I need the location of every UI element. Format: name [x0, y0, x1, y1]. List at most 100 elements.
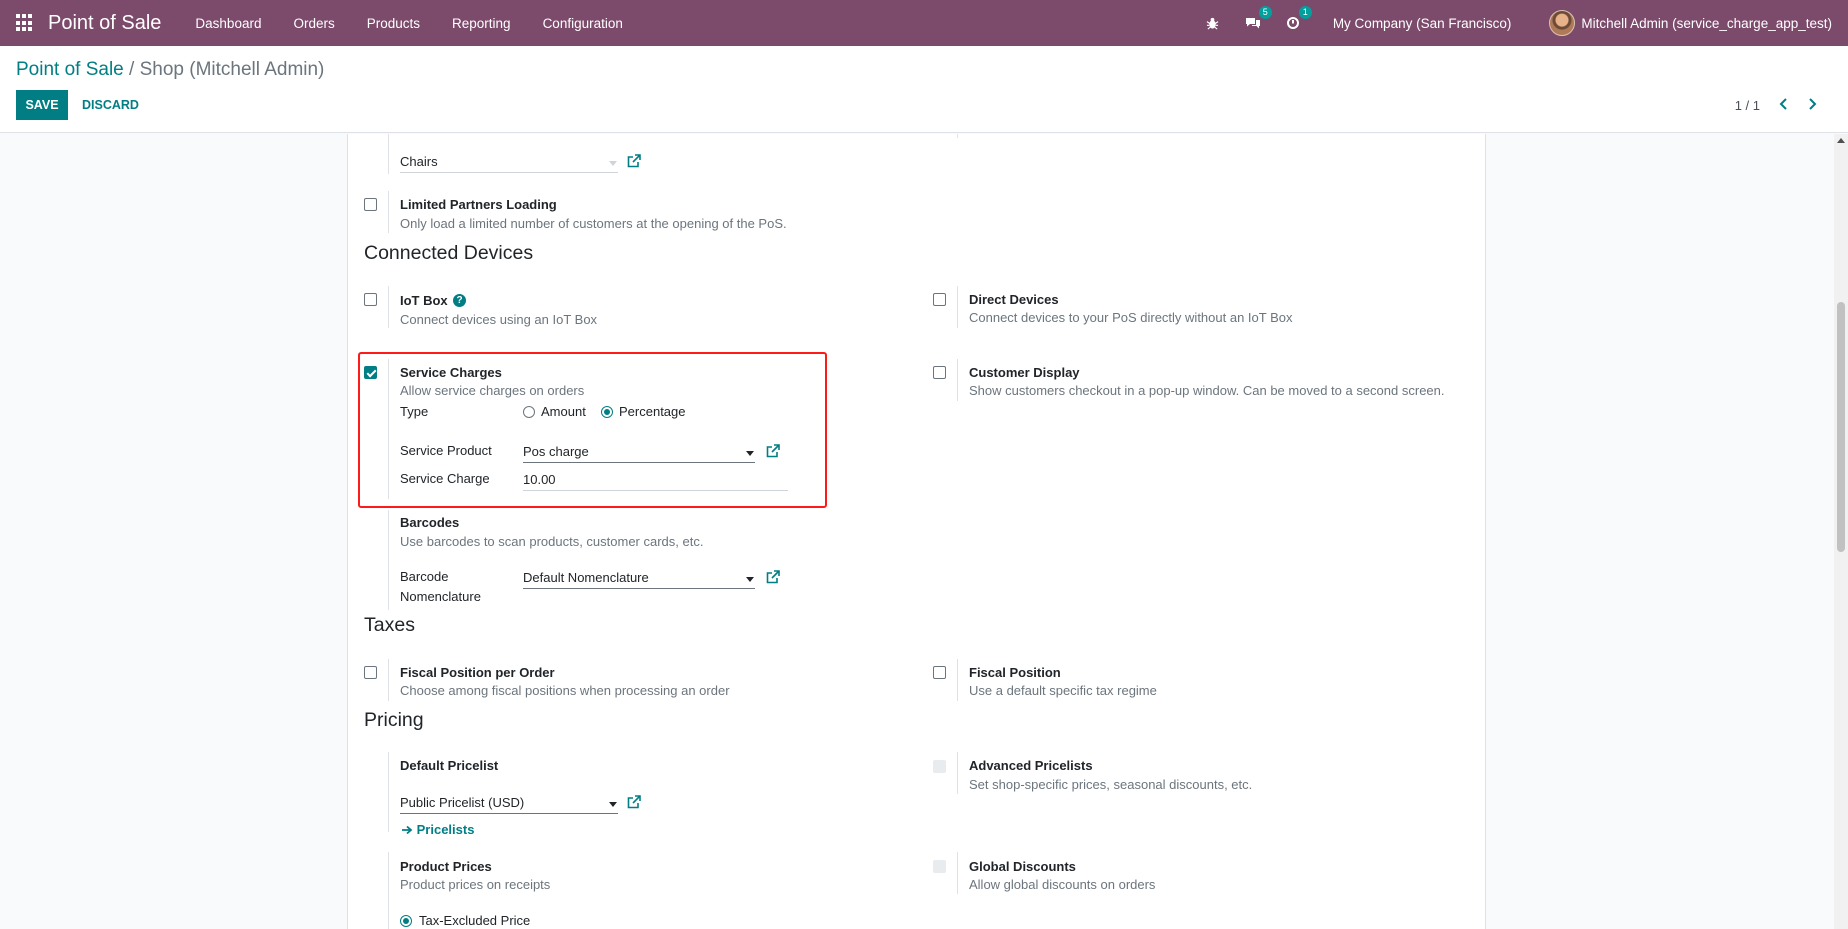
divider	[388, 752, 389, 832]
divider	[957, 852, 958, 894]
barcode-nomenclature-label-line2: Nomenclature	[400, 589, 481, 604]
pricelists-link[interactable]: Pricelists	[402, 822, 474, 837]
divider	[957, 659, 958, 701]
pricelists-link-label: Pricelists	[416, 822, 475, 837]
advanced-pricelists-title: Advanced Pricelists	[969, 758, 1093, 773]
service-product-field[interactable]: Pos charge	[523, 444, 755, 463]
menu-reporting[interactable]: Reporting	[436, 16, 527, 31]
service-charge-input[interactable]: 10.00	[523, 472, 788, 491]
iot-box-help: Connect devices using an IoT Box	[400, 312, 598, 327]
default-pricelist-external-link-icon[interactable]	[627, 795, 641, 809]
fiscal-position-per-order-title: Fiscal Position per Order	[400, 665, 555, 680]
divider	[957, 134, 958, 138]
tax-excluded-price-label[interactable]: Tax-Excluded Price	[419, 913, 530, 928]
fiscal-position-per-order-help: Choose among fiscal positions when proce…	[400, 683, 730, 698]
save-button[interactable]: SAVE	[16, 90, 68, 120]
chairs-field[interactable]: Chairs	[400, 154, 618, 173]
iot-box-title: IoT Box	[400, 293, 448, 308]
divider	[388, 286, 389, 328]
fiscal-position-per-order-checkbox[interactable]	[364, 666, 377, 679]
limited-partners-checkbox[interactable]	[364, 198, 377, 211]
default-pricelist-dropdown-caret-icon[interactable]	[609, 802, 617, 807]
navbar-systray: 5 1 My Company (San Francisco) Mitchell …	[1193, 0, 1848, 46]
type-percentage-label[interactable]: Percentage	[619, 404, 686, 419]
barcodes-help: Use barcodes to scan products, customer …	[400, 534, 704, 549]
arrow-right-icon	[402, 825, 413, 835]
breadcrumb-point-of-sale[interactable]: Point of Sale	[16, 59, 124, 80]
service-charges-help: Allow service charges on orders	[400, 383, 585, 398]
divider	[957, 752, 958, 794]
barcode-nomenclature-external-link-icon[interactable]	[766, 570, 780, 584]
scrollbar-thumb[interactable]	[1837, 302, 1845, 552]
pager-previous-icon[interactable]	[1776, 96, 1792, 112]
global-discounts-title: Global Discounts	[969, 859, 1076, 874]
service-charges-title: Service Charges	[400, 365, 502, 380]
default-pricelist-title: Default Pricelist	[400, 758, 499, 773]
direct-devices-help: Connect devices to your PoS directly wit…	[969, 310, 1293, 325]
service-charges-checkbox[interactable]	[364, 366, 377, 379]
type-amount-label[interactable]: Amount	[541, 404, 586, 419]
barcode-nomenclature-field[interactable]: Default Nomenclature	[523, 570, 755, 589]
service-product-dropdown-caret-icon[interactable]	[746, 451, 754, 456]
service-charge-label: Service Charge	[400, 471, 490, 486]
menu-dashboard[interactable]: Dashboard	[179, 16, 277, 31]
service-product-label: Service Product	[400, 443, 492, 458]
divider	[388, 191, 389, 233]
company-switcher[interactable]: My Company (San Francisco)	[1333, 16, 1512, 31]
chairs-external-link-icon[interactable]	[627, 154, 641, 168]
advanced-pricelists-help: Set shop-specific prices, seasonal disco…	[969, 777, 1253, 792]
fiscal-position-title: Fiscal Position	[969, 665, 1061, 680]
messages-count-badge: 5	[1258, 6, 1272, 19]
product-prices-help: Product prices on receipts	[400, 877, 551, 892]
activities-icon[interactable]: 1	[1283, 6, 1312, 33]
avatar	[1549, 10, 1576, 36]
barcode-nomenclature-dropdown-caret-icon[interactable]	[746, 577, 754, 582]
barcode-nomenclature-label-line1: Barcode	[400, 569, 449, 584]
scroll-up-arrow-icon[interactable]	[1837, 138, 1845, 143]
breadcrumb-current: Shop (Mitchell Admin)	[139, 59, 325, 80]
barcodes-title: Barcodes	[400, 515, 460, 530]
divider	[388, 659, 389, 701]
customer-display-checkbox[interactable]	[933, 366, 946, 379]
control-panel: Point of Sale / Shop (Mitchell Admin) SA…	[0, 46, 1848, 133]
limited-partners-help: Only load a limited number of customers …	[400, 216, 787, 231]
taxes-heading: Taxes	[364, 614, 415, 636]
chairs-dropdown-caret-icon[interactable]	[609, 161, 617, 166]
global-discounts-help: Allow global discounts on orders	[969, 877, 1156, 892]
iot-box-checkbox[interactable]	[364, 293, 377, 306]
direct-devices-title: Direct Devices	[969, 292, 1059, 307]
tax-excluded-price-radio[interactable]	[400, 915, 412, 927]
user-name: Mitchell Admin (service_charge_app_test)	[1581, 15, 1832, 31]
divider	[388, 510, 389, 610]
pager-value[interactable]: 1 / 1	[1735, 98, 1760, 113]
menu-orders[interactable]: Orders	[277, 16, 350, 31]
service-product-external-link-icon[interactable]	[766, 444, 780, 458]
discard-button[interactable]: DISCARD	[80, 90, 141, 120]
bug-icon[interactable]	[1203, 13, 1223, 33]
fiscal-position-checkbox[interactable]	[933, 666, 946, 679]
type-percentage-radio[interactable]	[601, 406, 613, 418]
advanced-pricelists-checkbox[interactable]	[933, 760, 946, 773]
help-icon[interactable]: ?	[453, 294, 466, 307]
app-title[interactable]: Point of Sale	[48, 12, 161, 35]
menu-configuration[interactable]: Configuration	[527, 16, 639, 31]
user-menu[interactable]: Mitchell Admin (service_charge_app_test)	[1549, 10, 1832, 36]
direct-devices-checkbox[interactable]	[933, 293, 946, 306]
global-discounts-checkbox[interactable]	[933, 860, 946, 873]
page-scrollbar[interactable]	[1834, 134, 1848, 929]
pricing-heading: Pricing	[364, 709, 424, 731]
breadcrumb: Point of Sale / Shop (Mitchell Admin)	[16, 59, 324, 81]
messages-icon[interactable]: 5	[1243, 6, 1272, 33]
form-sheet: Chairs Limited Partners Loading Only loa…	[347, 134, 1486, 929]
product-prices-title: Product Prices	[400, 859, 492, 874]
activities-count-badge: 1	[1298, 6, 1312, 19]
default-pricelist-field[interactable]: Public Pricelist (USD)	[400, 795, 618, 814]
pager-next-icon[interactable]	[1804, 96, 1820, 112]
divider	[388, 852, 389, 929]
apps-menu-icon[interactable]	[16, 14, 34, 32]
customer-display-title: Customer Display	[969, 365, 1080, 380]
connected-devices-heading: Connected Devices	[364, 242, 534, 264]
divider	[388, 359, 389, 499]
type-amount-radio[interactable]	[523, 406, 535, 418]
menu-products[interactable]: Products	[351, 16, 436, 31]
